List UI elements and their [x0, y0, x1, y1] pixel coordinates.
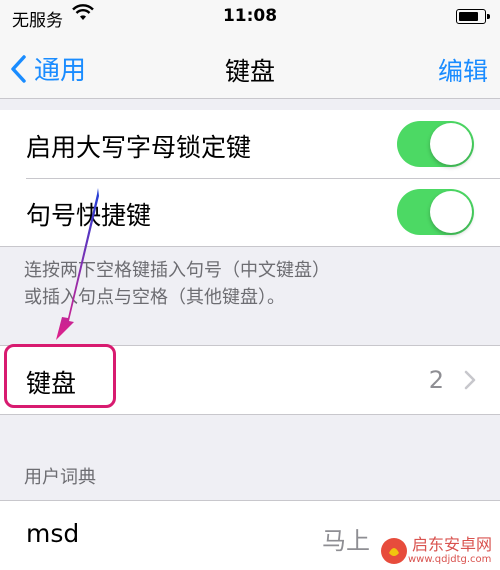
annotation-arrow	[56, 188, 99, 340]
highlight-box	[4, 344, 116, 408]
watermark-url: www.qdjdtg.com	[407, 554, 492, 565]
watermark-logo-icon	[380, 537, 407, 564]
watermark: 启东安卓网 www.qdjdtg.com	[380, 536, 492, 565]
watermark-name: 启东安卓网	[411, 535, 492, 554]
